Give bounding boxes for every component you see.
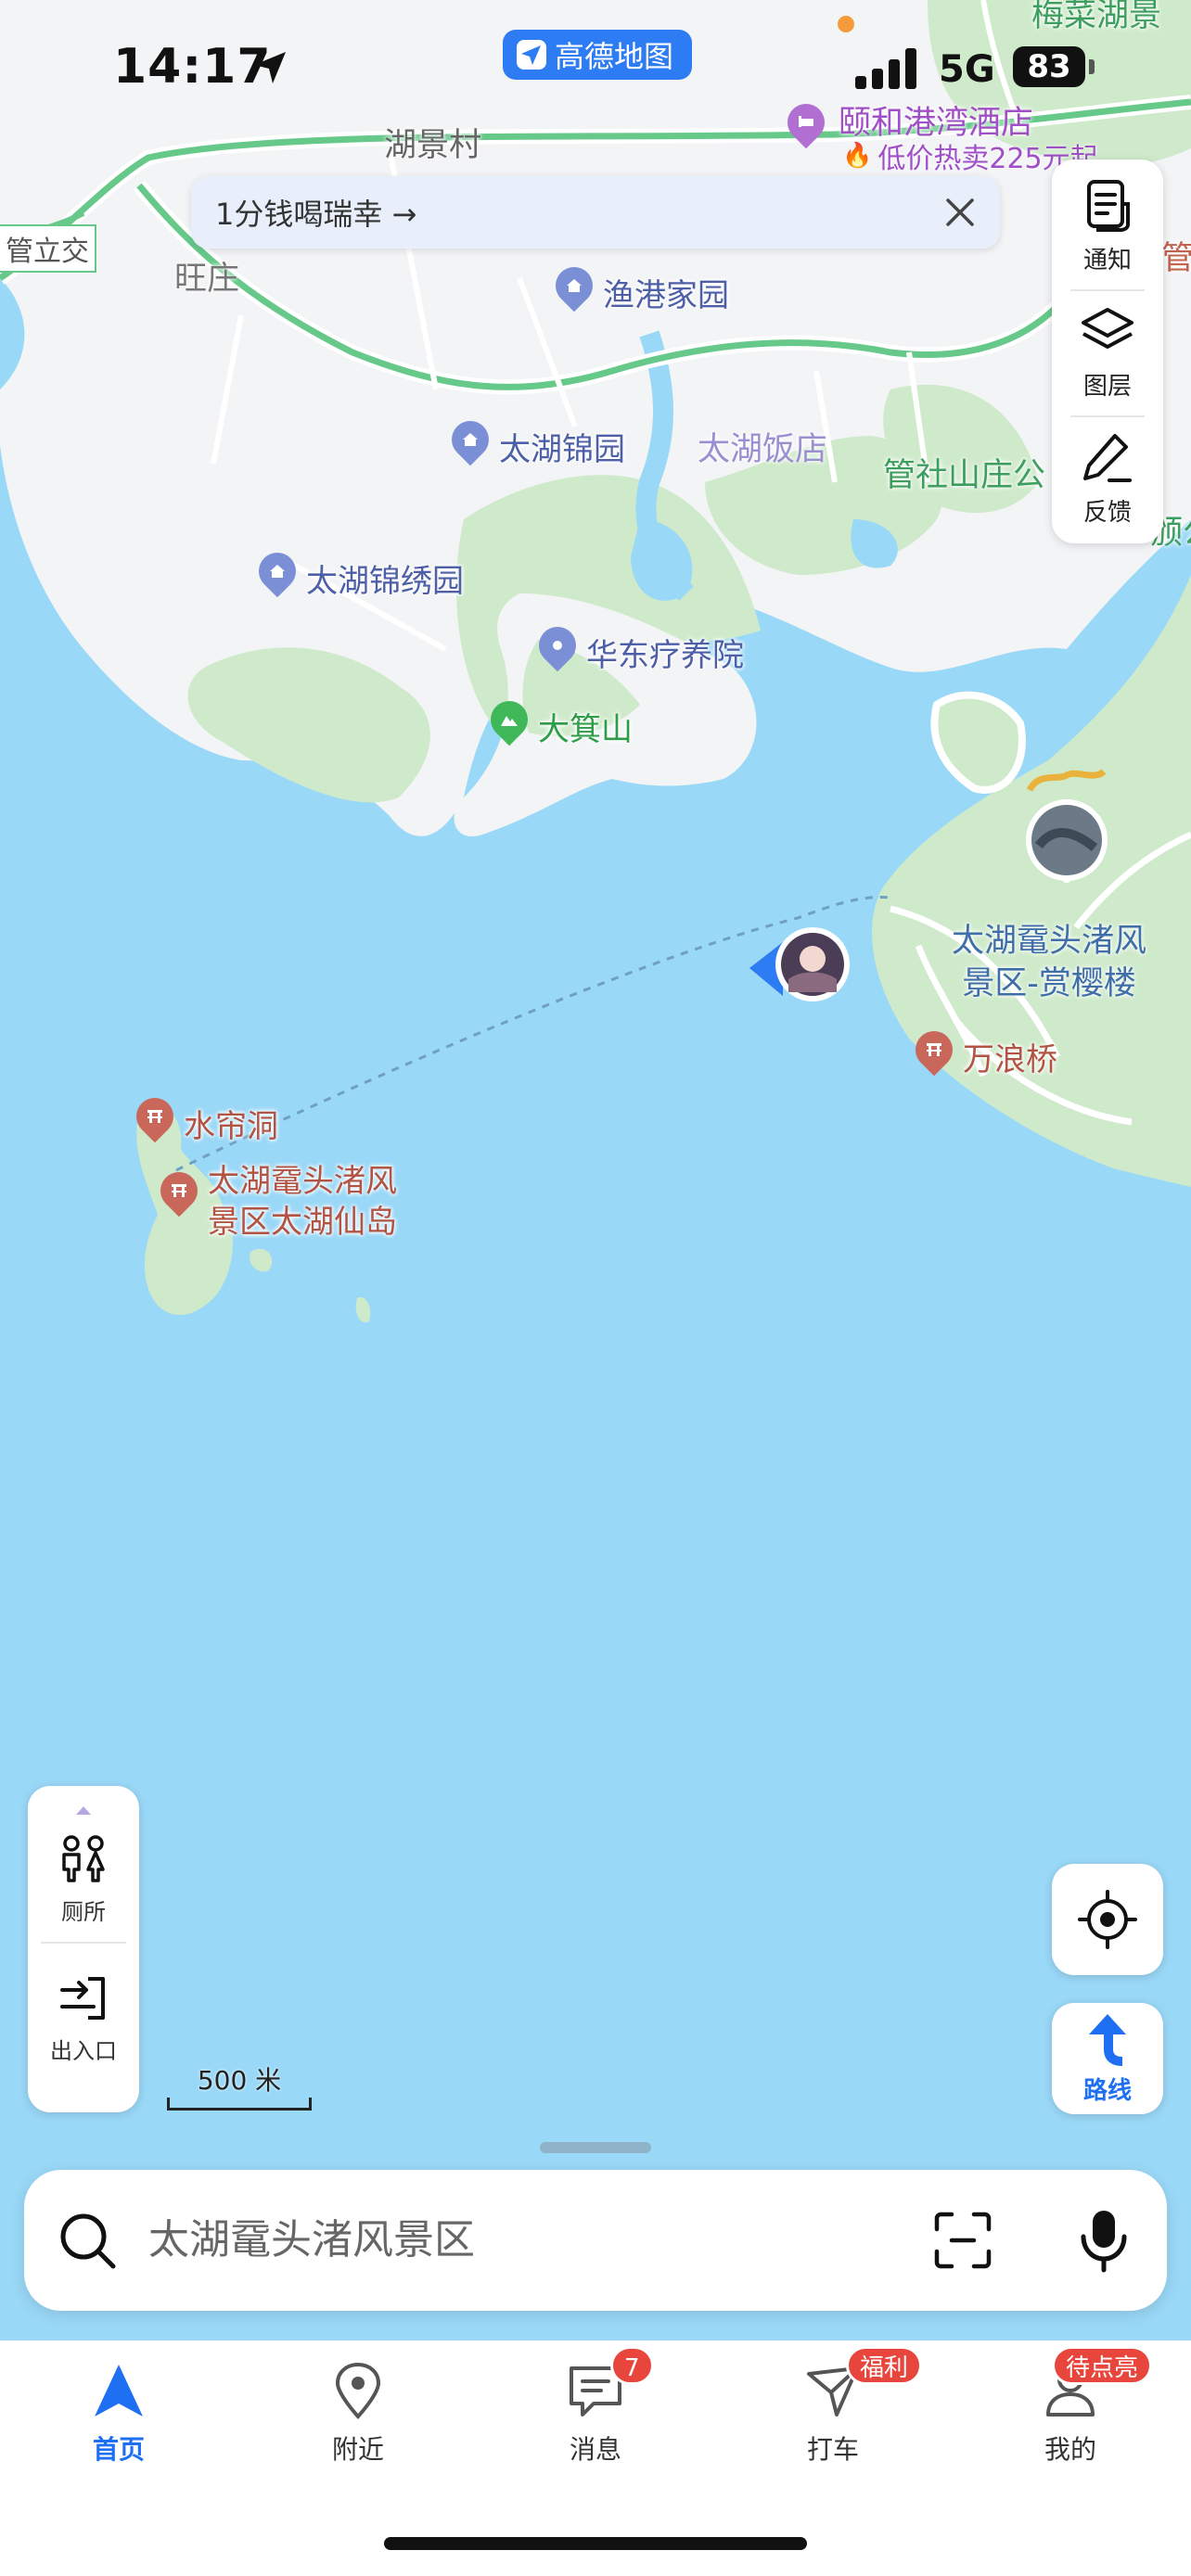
cellular-signal-icon bbox=[855, 48, 916, 89]
area-label-guanshe: 管社山庄公 bbox=[883, 457, 1046, 494]
poi-jinyuan[interactable]: 太湖锦园 bbox=[443, 413, 625, 471]
facility-toilet[interactable]: 厕所 bbox=[28, 1832, 139, 1926]
mountain-icon bbox=[501, 716, 518, 726]
scan-icon[interactable] bbox=[933, 2211, 992, 2270]
network-type: 5G bbox=[939, 48, 995, 91]
residence-icon bbox=[567, 279, 582, 292]
close-icon[interactable] bbox=[941, 193, 980, 232]
tab-nearby[interactable]: 附近 bbox=[284, 2361, 432, 2467]
route-arrow-icon bbox=[1089, 2013, 1126, 2066]
poi-yugang[interactable]: 渔港家园 bbox=[547, 259, 729, 317]
search-input[interactable]: 太湖鼋头渚风景区 bbox=[148, 2211, 475, 2270]
crosshair-icon bbox=[1078, 1890, 1137, 1949]
navigation-arrow-icon bbox=[95, 2365, 143, 2417]
map-scale: 500 米 bbox=[167, 2060, 312, 2112]
scenic-photo-marker[interactable] bbox=[1020, 762, 1113, 885]
area-label-guan-right: 管 bbox=[1161, 240, 1191, 277]
home-indicator bbox=[384, 2537, 807, 2550]
poi-jinxiu[interactable]: 太湖锦绣园 bbox=[250, 544, 464, 603]
map-tools-panel: 通知 图层 反馈 bbox=[1052, 159, 1163, 543]
tab-messages[interactable]: 消息 7 bbox=[521, 2346, 670, 2467]
status-bar: 14:17 高德地图 5G 83 bbox=[0, 0, 1191, 139]
search-bar[interactable]: 太湖鼋头渚风景区 bbox=[24, 2170, 1167, 2311]
app-source-pill[interactable]: 高德地图 bbox=[503, 30, 693, 80]
facility-divider bbox=[41, 1942, 126, 1944]
search-icon bbox=[60, 2213, 116, 2269]
tab-home[interactable]: 首页 bbox=[45, 2361, 193, 2467]
notice-icon bbox=[1087, 179, 1130, 232]
paper-plane-icon bbox=[517, 40, 546, 70]
welfare-badge: 福利 bbox=[846, 2346, 923, 2385]
area-label-wangzhuang: 旺庄 bbox=[174, 261, 240, 298]
entrance-icon bbox=[60, 1977, 105, 2020]
poi-xiandao[interactable]: 太湖鼋头渚风 景区太湖仙岛 bbox=[152, 1163, 397, 1243]
battery-tip bbox=[1089, 59, 1095, 74]
status-time: 14:17 bbox=[113, 39, 272, 95]
residence-icon bbox=[463, 433, 478, 446]
scenic-gate-icon bbox=[147, 1110, 162, 1123]
message-count-badge: 7 bbox=[610, 2346, 654, 2385]
locate-me-button[interactable] bbox=[1052, 1864, 1163, 1975]
poi-daji[interactable]: 大箕山 bbox=[482, 693, 633, 751]
location-pin-icon bbox=[335, 2362, 381, 2419]
toilet-icon bbox=[62, 1835, 105, 1882]
residence-icon bbox=[270, 565, 285, 578]
dragon-decoration-icon bbox=[1026, 769, 1108, 885]
poi-fandian[interactable]: 太湖饭店 bbox=[698, 423, 827, 470]
layers-icon bbox=[1082, 307, 1133, 349]
tool-layers[interactable]: 图层 bbox=[1052, 289, 1163, 414]
road-label-guanli: 管立交 bbox=[0, 224, 96, 273]
facility-entrance[interactable]: 出入口 bbox=[28, 1971, 139, 2065]
battery-indicator: 83 bbox=[1013, 46, 1085, 87]
scenic-gate-icon bbox=[927, 1043, 941, 1056]
poi-shangying[interactable]: 太湖鼋头渚风 景区-赏樱楼 bbox=[952, 920, 1146, 1005]
expand-up-icon[interactable] bbox=[74, 1804, 93, 1816]
tab-profile[interactable]: 我的 待点亮 bbox=[996, 2346, 1153, 2467]
facility-panel: 厕所 出入口 bbox=[28, 1786, 139, 2112]
microphone-icon[interactable] bbox=[1076, 2207, 1132, 2274]
poi-shuilian[interactable]: 水帘洞 bbox=[128, 1090, 278, 1148]
tool-feedback[interactable]: 反馈 bbox=[1052, 415, 1163, 540]
unlit-badge: 待点亮 bbox=[1052, 2346, 1153, 2385]
promo-text[interactable]: 1分钱喝瑞幸 → bbox=[215, 191, 416, 234]
feedback-icon bbox=[1083, 433, 1132, 482]
place-icon bbox=[553, 641, 562, 650]
poi-wanlang[interactable]: 万浪桥 bbox=[907, 1023, 1057, 1081]
promo-banner[interactable]: 1分钱喝瑞幸 → bbox=[191, 176, 1000, 249]
tool-notice[interactable]: 通知 bbox=[1052, 163, 1163, 287]
scale-bar bbox=[167, 2098, 312, 2111]
user-location-marker bbox=[746, 924, 855, 1007]
scenic-gate-icon bbox=[172, 1184, 186, 1197]
location-arrow-icon bbox=[254, 52, 286, 83]
tab-taxi[interactable]: 打车 福利 bbox=[759, 2346, 923, 2467]
route-button[interactable]: 路线 bbox=[1052, 2003, 1163, 2114]
poi-huadong[interactable]: 华东疗养院 bbox=[531, 618, 744, 677]
sheet-drag-handle[interactable] bbox=[540, 2142, 651, 2153]
heading-arrow-icon bbox=[749, 927, 850, 1001]
flame-icon: 🔥 bbox=[842, 142, 873, 170]
